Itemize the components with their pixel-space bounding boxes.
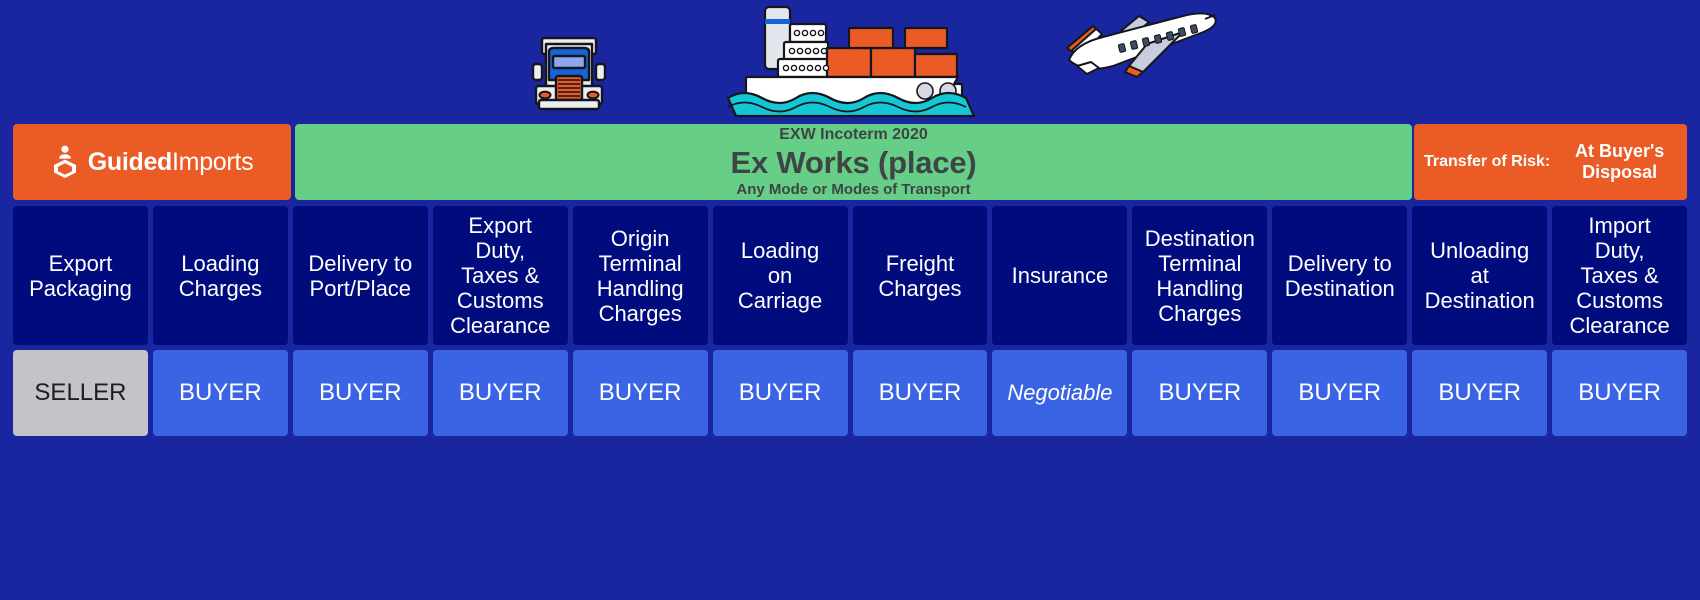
transfer-of-risk-value: At Buyer's Disposal (1574, 141, 1665, 182)
incoterm-subtitle: Any Mode or Modes of Transport (736, 181, 971, 198)
cost-item-header: Insurance (992, 206, 1128, 345)
incoterm-title: Ex Works (place) (730, 145, 977, 180)
responsible-party-cell: Negotiable (992, 350, 1128, 436)
cost-column: Delivery to Destination BUYER (1272, 206, 1408, 436)
cost-item-header: Import Duty, Taxes & Customs Clearance (1552, 206, 1688, 345)
transfer-of-risk-block: Transfer of Risk: At Buyer's Disposal (1414, 124, 1687, 200)
cost-column: Import Duty, Taxes & Customs Clearance BU… (1552, 206, 1688, 436)
responsible-party-cell: BUYER (572, 350, 708, 436)
incoterm-title-block: EXW Incoterm 2020 Ex Works (place) Any M… (295, 124, 1412, 200)
brand-name: GuidedImports (88, 148, 254, 177)
brand-logo-block[interactable]: GuidedImports (13, 124, 291, 200)
cost-item-header: Delivery to Port/Place (292, 206, 428, 345)
airplane-illustration (1055, 4, 1227, 88)
responsible-party-cell: BUYER (292, 350, 428, 436)
cost-item-header: Delivery to Destination (1272, 206, 1408, 345)
cost-column: Insurance Negotiable (992, 206, 1128, 436)
responsible-party-cell: BUYER (852, 350, 988, 436)
cost-column: Export Packaging SELLER (13, 206, 148, 436)
responsible-party-cell: BUYER (712, 350, 848, 436)
incoterm-eyebrow: EXW Incoterm 2020 (779, 126, 928, 143)
cost-item-header: Loading on Carriage (712, 206, 848, 345)
cost-item-header: Export Duty, Taxes & Customs Clearance (432, 206, 568, 345)
responsible-party-cell: SELLER (13, 350, 148, 436)
cost-item-header: Origin Terminal Handling Charges (572, 206, 708, 345)
cost-item-header: Export Packaging (13, 206, 148, 345)
cost-column: Export Duty, Taxes & Customs Clearance BU… (432, 206, 568, 436)
responsible-party-cell: BUYER (1132, 350, 1268, 436)
transfer-of-risk-label: Transfer of Risk: (1424, 153, 1551, 170)
cost-column: Delivery to Port/Place BUYER (292, 206, 428, 436)
cost-responsibility-grid: Export Packaging SELLER Loading Charges BUY… (13, 206, 1688, 436)
cost-item-header: Unloading at Destination (1412, 206, 1548, 345)
truck-illustration (528, 28, 610, 120)
guided-imports-logo-icon (51, 145, 79, 179)
brand-name-bold: Guided (87, 147, 173, 176)
cost-column: Unloading at Destination BUYER (1412, 206, 1548, 436)
cost-column: Destination Terminal Handling Charges BUY… (1132, 206, 1268, 436)
cost-item-header: Destination Terminal Handling Charges (1132, 206, 1268, 345)
cost-item-header: Freight Charges (852, 206, 988, 345)
responsible-party-cell: BUYER (1412, 350, 1548, 436)
cost-column: Loading Charges BUYER (152, 206, 288, 436)
transport-illustrations (0, 0, 1700, 125)
cost-column: Loading on Carriage BUYER (712, 206, 848, 436)
brand-name-light: Imports (172, 147, 254, 176)
incoterm-infographic: GuidedImports EXW Incoterm 2020 Ex Works… (0, 0, 1700, 600)
responsible-party-cell: BUYER (432, 350, 568, 436)
cost-item-header: Loading Charges (152, 206, 288, 345)
responsible-party-cell: BUYER (152, 350, 288, 436)
container-ship-illustration (722, 2, 980, 118)
header-band: GuidedImports EXW Incoterm 2020 Ex Works… (0, 124, 1700, 200)
cost-column: Origin Terminal Handling Charges BUYER (572, 206, 708, 436)
responsible-party-cell: BUYER (1272, 350, 1408, 436)
cost-column: Freight Charges BUYER (852, 206, 988, 436)
responsible-party-cell: BUYER (1552, 350, 1688, 436)
